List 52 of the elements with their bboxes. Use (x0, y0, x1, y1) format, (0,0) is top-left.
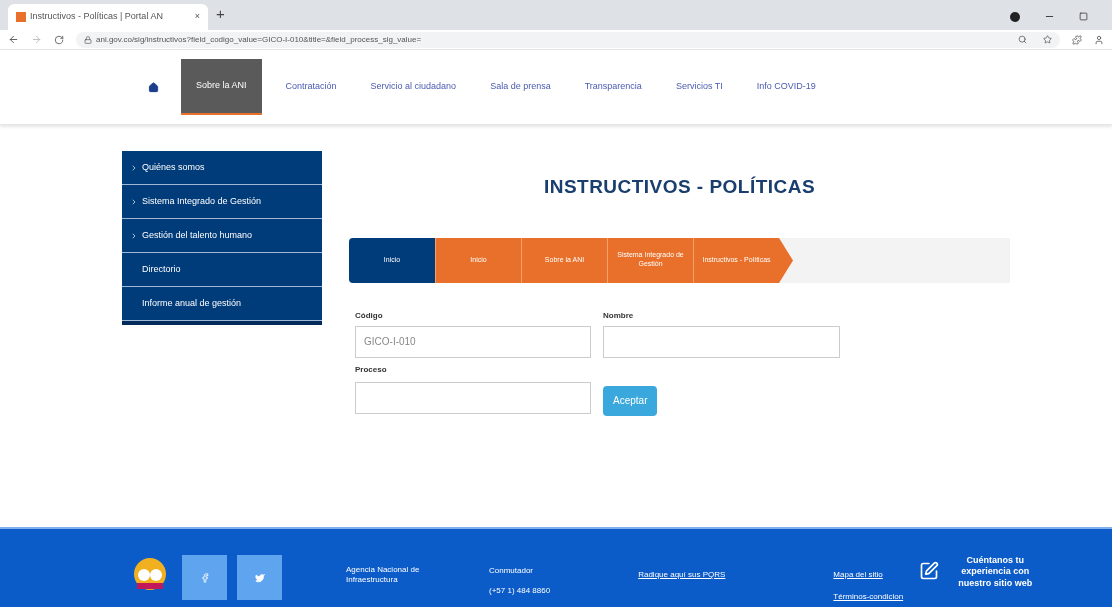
page-title: INSTRUCTIVOS - POLÍTICAS (542, 175, 817, 199)
agency-name: Agencia Nacional de Infraestructura (346, 565, 421, 585)
address-bar[interactable]: ani.gov.co/sig/instructivos?field_codigo_value=GICO-I-010&title=&field_process_sig_value= (76, 31, 1060, 48)
pqrs-link[interactable]: Radique aquí sus PQRS (638, 569, 726, 581)
terms-link[interactable]: Términos-condicion (833, 591, 904, 603)
chevron-icon (130, 231, 138, 240)
nav-link[interactable]: Sobre la ANI (181, 59, 262, 115)
back-icon[interactable] (8, 34, 19, 45)
feedback-form-icon[interactable] (919, 561, 940, 581)
nav-link[interactable]: Servicio al ciudadano (358, 59, 469, 115)
twitter-icon (254, 572, 265, 583)
twitter-button[interactable] (237, 555, 282, 600)
reload-icon[interactable] (54, 34, 64, 45)
field-label: Proceso (355, 363, 388, 376)
breadcrumb-arrow-icon (779, 237, 793, 283)
nav-link[interactable]: Info COVID-19 (744, 59, 828, 115)
url-text: ani.gov.co/sig/instructivos?field_codigo_value=GICO-I-010&title=&field_process_sig_value= (96, 33, 422, 46)
lock-icon (84, 35, 92, 44)
nav-link[interactable]: Contratación (273, 59, 349, 115)
home-icon[interactable] (148, 81, 159, 93)
account-icon[interactable] (1094, 34, 1104, 45)
zoom-icon[interactable] (1018, 35, 1027, 44)
site-favicon-icon (16, 12, 26, 22)
new-tab-button[interactable]: + (216, 2, 225, 25)
process-input-field[interactable] (355, 381, 591, 414)
sidebar-item[interactable]: Sistema Integrado de Gestión (122, 185, 322, 219)
chevron-icon (130, 197, 138, 206)
feedback-text[interactable]: Cuéntanos tu experiencia con nuestro sitio web (945, 555, 1046, 589)
maximize-icon[interactable] (1079, 12, 1088, 21)
nav-link[interactable]: Servicios TI (663, 59, 735, 115)
profile-icon[interactable] (1010, 11, 1020, 22)
phone-number: (+57 1) 484 8860 (489, 585, 551, 597)
field-label: Código (355, 309, 384, 322)
extensions-icon[interactable] (1072, 34, 1082, 45)
sidebar-item[interactable]: Quiénes somos (122, 151, 322, 185)
sidebar-item[interactable]: Informe anual de gestión (122, 287, 322, 321)
nav-link[interactable]: Sala de prensa (478, 59, 563, 115)
field-label: Nombre (603, 309, 635, 322)
sidebar-item[interactable]: Gestión del talento humano (122, 219, 322, 253)
sidebar-item[interactable]: Directorio (122, 253, 322, 287)
tab-title: Instructivos - Políticas | Portal AN (30, 10, 164, 24)
chevron-icon (130, 163, 138, 172)
code-input-field[interactable]: GICO-I-010 (355, 325, 591, 358)
colombia-logo-icon (133, 557, 167, 591)
facebook-icon (199, 572, 210, 583)
name-input-field[interactable] (603, 325, 840, 358)
tab-close[interactable]: × (194, 10, 200, 24)
sitemap-link[interactable]: Mapa del sitio (833, 569, 904, 581)
phone-label: Conmutador (489, 565, 535, 577)
bookmark-star-icon[interactable] (1043, 35, 1052, 44)
browser-tab[interactable]: Instructivos - Políticas | Portal AN × (8, 4, 208, 30)
nav-link[interactable]: Transparencia (572, 59, 654, 115)
